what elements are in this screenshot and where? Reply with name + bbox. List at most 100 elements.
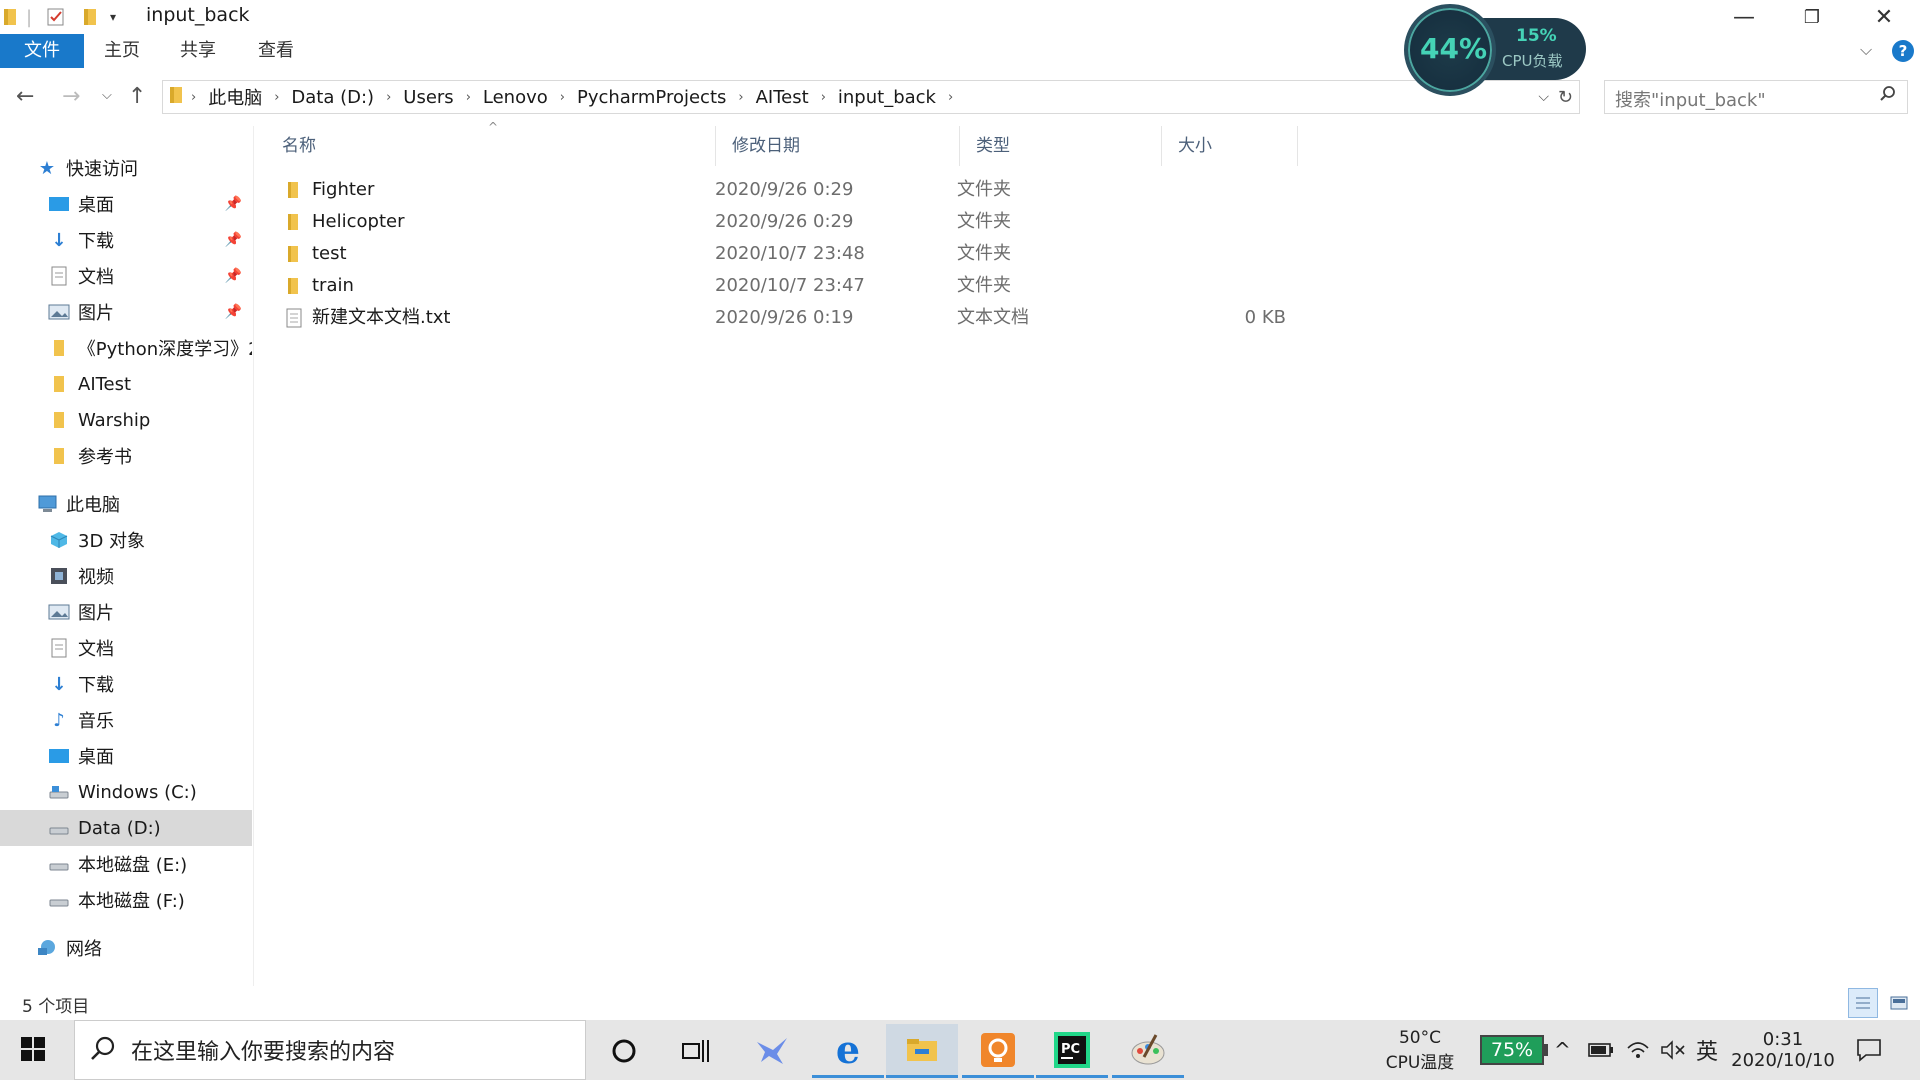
nav-item-downloads-pc[interactable]: ↓ 下载 xyxy=(0,666,252,702)
new-folder-icon[interactable] xyxy=(82,6,100,28)
notification-center-icon[interactable] xyxy=(1856,1020,1882,1080)
nav-item-drive-d[interactable]: Data (D:) xyxy=(0,810,252,846)
details-view-icon[interactable] xyxy=(1848,988,1878,1018)
pin-icon[interactable]: 📌 xyxy=(225,304,242,320)
breadcrumb-aitest[interactable]: AITest xyxy=(750,87,815,108)
search-icon[interactable] xyxy=(1879,85,1897,108)
nav-label: 《Python深度学习》2 xyxy=(77,339,252,360)
nav-item-desktop[interactable]: 桌面 📌 xyxy=(0,186,252,222)
up-arrow-icon[interactable]: ↑ xyxy=(128,84,146,109)
table-row[interactable]: Helicopter 2020/9/26 0:29 文件夹 xyxy=(276,206,1316,238)
nav-item-pictures-pc[interactable]: 图片 xyxy=(0,594,252,630)
breadcrumb-input-back[interactable]: input_back xyxy=(832,87,942,108)
clock[interactable]: 0:31 2020/10/10 xyxy=(1728,1020,1838,1080)
cortana-icon[interactable] xyxy=(588,1024,660,1078)
file-date: 2020/9/26 0:29 xyxy=(715,179,854,200)
nav-this-pc[interactable]: 此电脑 xyxy=(0,486,252,522)
column-header-date[interactable]: 修改日期 xyxy=(716,126,960,166)
tab-home[interactable]: 主页 xyxy=(96,34,148,68)
edge-browser-icon[interactable]: e xyxy=(812,1024,884,1078)
table-row[interactable]: 新建文本文档.txt 2020/9/26 0:19 文本文档 0 KB xyxy=(276,302,1316,334)
breadcrumb-separator[interactable]: › xyxy=(732,90,749,105)
table-row[interactable]: train 2020/10/7 23:47 文件夹 xyxy=(276,270,1316,302)
navigation-pane: ★ 快速访问 桌面 📌 ↓ 下载 📌 文档 📌 图片 📌 《Python深度学习… xyxy=(0,126,254,986)
breadcrumb-pycharmprojects[interactable]: PycharmProjects xyxy=(571,87,732,108)
taskbar-search-input[interactable]: 在这里输入你要搜索的内容 xyxy=(74,1020,586,1080)
task-view-icon[interactable] xyxy=(660,1024,732,1078)
ime-indicator[interactable]: 英 xyxy=(1696,1020,1718,1080)
pdf-app-icon[interactable] xyxy=(962,1024,1034,1078)
nav-item-music[interactable]: ♪ 音乐 xyxy=(0,702,252,738)
file-name: 新建文本文档.txt xyxy=(312,307,451,328)
battery-icon[interactable] xyxy=(1588,1020,1614,1080)
recent-locations-icon[interactable]: ⌵ xyxy=(102,88,112,103)
large-icons-view-icon[interactable] xyxy=(1884,988,1914,1018)
pycharm-icon[interactable]: PC xyxy=(1036,1024,1108,1078)
nav-item-downloads[interactable]: ↓ 下载 📌 xyxy=(0,222,252,258)
help-icon[interactable]: ? xyxy=(1892,40,1914,62)
nav-item-python-book[interactable]: 《Python深度学习》2 xyxy=(0,330,252,366)
folder-icon xyxy=(284,212,304,232)
maximize-button[interactable]: ❐ xyxy=(1778,0,1846,34)
close-button[interactable]: ✕ xyxy=(1850,0,1918,34)
nav-item-videos[interactable]: 视频 xyxy=(0,558,252,594)
table-row[interactable]: test 2020/10/7 23:48 文件夹 xyxy=(276,238,1316,270)
nav-item-drive-e[interactable]: 本地磁盘 (E:) xyxy=(0,846,252,882)
folder-icon xyxy=(169,85,185,110)
chevron-up-icon[interactable]: ^ xyxy=(1554,1020,1571,1080)
pin-icon[interactable]: 📌 xyxy=(225,196,242,212)
column-header-name[interactable]: 名称 xyxy=(266,126,716,166)
battery-percent-badge[interactable]: 75% xyxy=(1480,1020,1548,1080)
nav-network[interactable]: 网络 xyxy=(0,930,252,966)
breadcrumb-separator[interactable]: › xyxy=(815,90,832,105)
breadcrumb-this-pc[interactable]: 此电脑 xyxy=(202,84,268,110)
windows-start-icon[interactable] xyxy=(20,1036,46,1066)
properties-icon[interactable] xyxy=(46,6,66,28)
address-bar[interactable]: › 此电脑 › Data (D:) › Users › Lenovo › Pyc… xyxy=(162,80,1580,114)
nav-item-3d-objects[interactable]: 3D 对象 xyxy=(0,522,252,558)
nav-item-desktop-pc[interactable]: 桌面 xyxy=(0,738,252,774)
pin-icon[interactable]: 📌 xyxy=(225,232,242,248)
nav-item-reference-books[interactable]: 参考书 xyxy=(0,438,252,474)
tab-file[interactable]: 文件 xyxy=(0,34,84,68)
file-explorer-icon[interactable] xyxy=(886,1024,958,1078)
folder-icon xyxy=(284,180,304,200)
breadcrumb-users[interactable]: Users xyxy=(397,87,459,108)
breadcrumb-separator[interactable]: › xyxy=(942,90,959,105)
nav-item-drive-f[interactable]: 本地磁盘 (F:) xyxy=(0,882,252,918)
table-row[interactable]: Fighter 2020/9/26 0:29 文件夹 xyxy=(276,174,1316,206)
breadcrumb-data-drive[interactable]: Data (D:) xyxy=(285,87,380,108)
breadcrumb-lenovo[interactable]: Lenovo xyxy=(477,87,554,108)
breadcrumb-separator[interactable]: › xyxy=(460,90,477,105)
title-bar: | ▾ input_back — ❐ ✕ xyxy=(0,0,1920,34)
wifi-icon[interactable] xyxy=(1626,1020,1650,1080)
nav-item-warship[interactable]: Warship xyxy=(0,402,252,438)
nav-item-drive-c[interactable]: Windows (C:) xyxy=(0,774,252,810)
tab-view[interactable]: 查看 xyxy=(250,34,302,68)
nav-item-documents[interactable]: 文档 📌 xyxy=(0,258,252,294)
cpu-temperature[interactable]: 50°C CPU温度 xyxy=(1360,1020,1480,1080)
tab-share[interactable]: 共享 xyxy=(172,34,224,68)
breadcrumb-separator[interactable]: › xyxy=(554,90,571,105)
pin-icon[interactable]: 📌 xyxy=(225,268,242,284)
cpu-monitor-widget[interactable]: 44% 15% CPU负载 xyxy=(1404,4,1588,96)
minimize-button[interactable]: — xyxy=(1710,0,1778,34)
nav-item-pictures[interactable]: 图片 📌 xyxy=(0,294,252,330)
chevron-down-icon[interactable]: ⌵ xyxy=(1860,40,1872,60)
nav-label: 图片 xyxy=(78,603,114,624)
breadcrumb-separator[interactable]: › xyxy=(268,90,285,105)
bird-app-icon[interactable] xyxy=(736,1024,808,1078)
nav-item-aitest[interactable]: AITest xyxy=(0,366,252,402)
paint-app-icon[interactable] xyxy=(1112,1024,1184,1078)
nav-item-documents-pc[interactable]: 文档 xyxy=(0,630,252,666)
search-input[interactable]: 搜索"input_back" xyxy=(1604,80,1908,114)
nav-quick-access[interactable]: ★ 快速访问 xyxy=(0,150,252,186)
nav-label: 文档 xyxy=(78,639,114,660)
breadcrumb-separator[interactable]: › xyxy=(380,90,397,105)
forward-arrow-icon[interactable]: → xyxy=(62,84,80,109)
customize-toolbar-icon[interactable]: ▾ xyxy=(110,6,116,28)
back-arrow-icon[interactable]: ← xyxy=(16,84,34,109)
volume-muted-icon[interactable] xyxy=(1660,1020,1686,1080)
column-header-type[interactable]: 类型 xyxy=(960,126,1162,166)
column-header-size[interactable]: 大小 xyxy=(1162,126,1298,166)
